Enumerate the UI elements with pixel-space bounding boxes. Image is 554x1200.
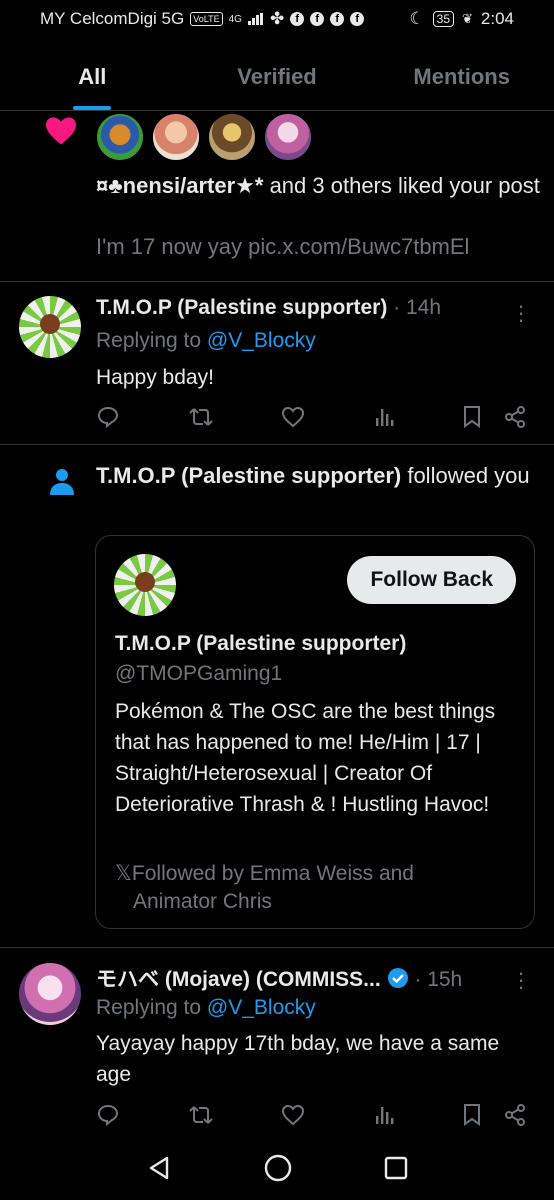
- card-handle[interactable]: @TMOPGaming1: [115, 662, 282, 686]
- facebook-icon: f: [290, 12, 305, 26]
- tweet-actions: [96, 405, 526, 429]
- avatar[interactable]: [19, 963, 81, 1025]
- network-label: 4G: [228, 13, 242, 25]
- avatar[interactable]: [95, 112, 145, 162]
- views-icon[interactable]: [373, 406, 395, 428]
- divider: [0, 281, 554, 282]
- bookmark-icon[interactable]: [462, 405, 482, 429]
- post-preview[interactable]: I'm 17 now yay pic.x.com/Buwc7tbmEl: [96, 234, 469, 260]
- followed-by-line1: Followed by Emma Weiss and: [131, 862, 414, 885]
- replying-to-handle[interactable]: @V_Blocky: [207, 329, 316, 352]
- notification-tabs: All Verified Mentions: [0, 48, 554, 111]
- divider: [0, 444, 554, 445]
- tweet-actions-right: [462, 1103, 526, 1127]
- x-logo-icon: 𝕏: [115, 862, 132, 885]
- tab-label: Mentions: [413, 64, 510, 89]
- moon-icon: ☾: [409, 9, 425, 28]
- verified-badge-icon: [387, 968, 408, 988]
- follow-back-button[interactable]: Follow Back: [347, 556, 516, 604]
- recents-icon[interactable]: [383, 1155, 409, 1181]
- leaf-icon: ❦: [462, 11, 473, 26]
- divider: [0, 947, 554, 948]
- facebook-icon: f: [330, 12, 345, 26]
- tweet-header: モハベ (Mojave) (COMMISS... · 15h: [96, 963, 462, 993]
- card-bio: Pokémon & The OSC are the best things th…: [115, 700, 496, 816]
- reply-icon[interactable]: [96, 1103, 120, 1127]
- tweet-time: · 14h: [387, 296, 442, 319]
- repost-icon[interactable]: [188, 1103, 214, 1127]
- more-options-icon[interactable]: · · ·: [516, 295, 526, 331]
- like-notification-text: ¤♣nensi/arter★* and 3 others liked your …: [96, 170, 546, 202]
- tweet-actions: [96, 1103, 526, 1127]
- author-name[interactable]: モハベ (Mojave) (COMMISS...: [96, 968, 381, 991]
- like-icon[interactable]: [281, 406, 305, 428]
- tab-label: All: [78, 64, 107, 89]
- follow-notification-text: T.M.O.P (Palestine supporter) followed y…: [96, 460, 536, 492]
- author-name[interactable]: T.M.O.P (Palestine supporter): [96, 296, 387, 319]
- person-icon: [50, 469, 74, 495]
- replying-to-handle[interactable]: @V_Blocky: [207, 996, 316, 1019]
- fan-icon: ✤: [269, 9, 285, 28]
- bookmark-icon[interactable]: [462, 1103, 482, 1127]
- carrier-label: MY CelcomDigi 5G: [40, 9, 185, 28]
- facebook-icon: f: [310, 12, 325, 26]
- liker-name[interactable]: ¤♣nensi/arter★*: [96, 173, 263, 198]
- status-bar: MY CelcomDigi 5G VoLTE 4G ✤ f f f f ☾ 35…: [0, 0, 554, 38]
- tweet-body: Yayayay happy 17th bday, we have a same …: [96, 1032, 500, 1086]
- avatar[interactable]: [263, 112, 313, 162]
- tab-verified[interactable]: Verified: [185, 48, 370, 110]
- replying-to-label: Replying to: [96, 329, 207, 352]
- reply-icon[interactable]: [96, 405, 120, 429]
- followed-by-line2: Animator Chris: [133, 890, 272, 913]
- facebook-icon: f: [350, 12, 365, 26]
- more-options-icon[interactable]: · · ·: [516, 962, 526, 998]
- heart-icon: [46, 117, 76, 145]
- tab-label: Verified: [237, 64, 317, 89]
- battery-indicator: 35: [432, 11, 454, 27]
- share-icon[interactable]: [504, 1103, 526, 1127]
- tweet-time: · 15h: [414, 968, 463, 991]
- follow-summary: followed you: [401, 463, 530, 488]
- follower-name[interactable]: T.M.O.P (Palestine supporter): [96, 463, 401, 488]
- signal-icon: [247, 13, 263, 25]
- avatar[interactable]: [207, 112, 257, 162]
- avatar[interactable]: [151, 112, 201, 162]
- system-navigation-bar: [0, 1136, 554, 1200]
- share-icon[interactable]: [504, 405, 526, 429]
- volte-badge: VoLTE: [190, 12, 223, 26]
- tab-mentions[interactable]: Mentions: [369, 48, 554, 110]
- tweet-actions-right: [462, 405, 526, 429]
- replying-to-label: Replying to: [96, 996, 207, 1019]
- like-icon[interactable]: [281, 1104, 305, 1126]
- avatar[interactable]: [114, 554, 176, 616]
- views-icon[interactable]: [373, 1104, 395, 1126]
- card-name[interactable]: T.M.O.P (Palestine supporter): [115, 632, 406, 656]
- clock: 2:04: [480, 9, 514, 28]
- tweet-header: T.M.O.P (Palestine supporter) · 14h: [96, 296, 441, 320]
- repost-icon[interactable]: [188, 405, 214, 429]
- user-card[interactable]: Follow Back T.M.O.P (Palestine supporter…: [95, 535, 535, 929]
- replying-to: Replying to @V_Blocky: [96, 329, 316, 353]
- liker-avatars: [95, 112, 313, 162]
- followed-by: 𝕏Followed by Emma Weiss and Animator Chr…: [115, 860, 515, 916]
- replying-to: Replying to @V_Blocky: [96, 996, 316, 1020]
- tab-all[interactable]: All: [0, 48, 185, 110]
- avatar[interactable]: [19, 296, 81, 358]
- back-icon[interactable]: [145, 1154, 173, 1182]
- tweet-body: Happy bday!: [96, 366, 214, 389]
- like-summary: and 3 others liked your post: [263, 173, 540, 198]
- active-tab-indicator: [73, 106, 112, 110]
- home-icon[interactable]: [263, 1153, 293, 1183]
